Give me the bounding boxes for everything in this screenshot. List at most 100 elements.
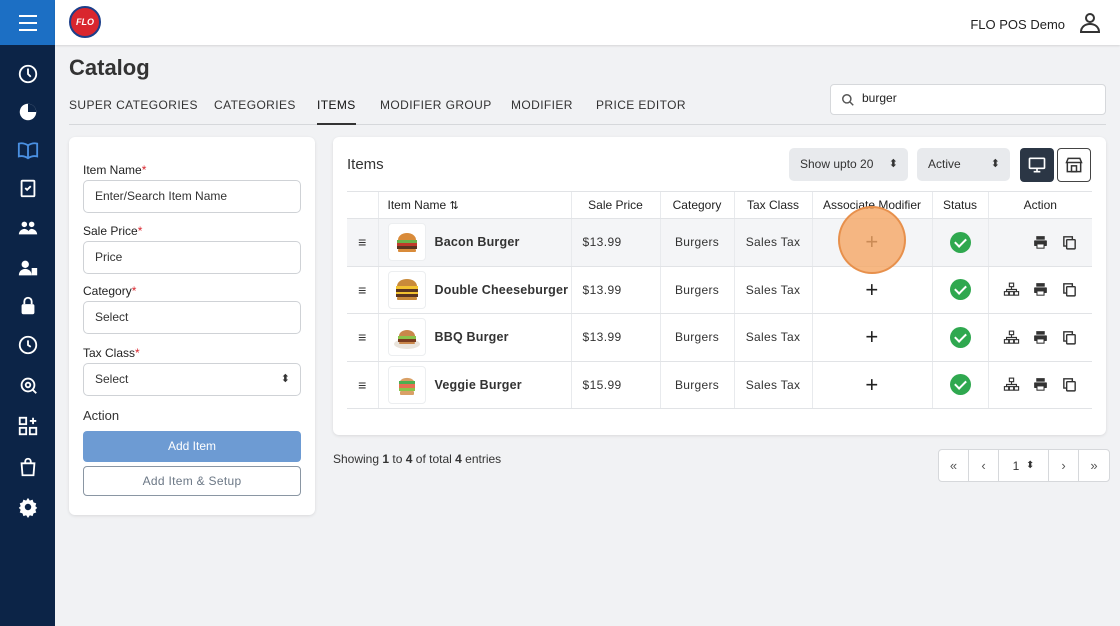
burger-image <box>396 233 417 253</box>
flo-logo: FLO <box>69 6 101 38</box>
item-name[interactable]: Veggie Burger <box>435 378 522 392</box>
category-cell: Burgers <box>659 218 734 267</box>
menu-toggle-button[interactable] <box>0 0 55 45</box>
table-row[interactable]: ≡ Veggie Burger $15.99 Burgers Sales Tax… <box>347 361 1092 409</box>
page-number-select[interactable]: 1 ⬍ <box>999 450 1049 481</box>
drag-handle-icon[interactable]: ≡ <box>347 218 378 267</box>
first-page-button[interactable]: « <box>939 450 969 481</box>
tab-categories[interactable]: CATEGORIES <box>214 98 296 125</box>
status-active-icon[interactable] <box>949 326 971 348</box>
click-highlight <box>838 206 906 274</box>
action-label: Action <box>83 408 120 423</box>
clock-icon[interactable] <box>15 332 41 358</box>
print-icon[interactable] <box>1032 281 1049 298</box>
item-name[interactable]: Bacon Burger <box>435 235 520 249</box>
item-thumbnail <box>387 270 426 309</box>
sidebar <box>0 0 55 626</box>
sale-price-cell[interactable]: $13.99 <box>570 266 660 314</box>
category-select[interactable]: Select <box>83 301 301 334</box>
item-name[interactable]: BBQ Burger <box>435 330 509 344</box>
sale-price-cell[interactable]: $15.99 <box>570 361 660 409</box>
tax-class-cell: Sales Tax <box>733 313 812 362</box>
employees-icon[interactable] <box>15 255 41 281</box>
sale-price-cell[interactable]: $13.99 <box>570 313 660 362</box>
tab-items[interactable]: ITEMS <box>317 98 356 125</box>
gear-icon[interactable] <box>15 494 41 520</box>
copy-icon[interactable] <box>1061 234 1078 251</box>
status-active-icon[interactable] <box>949 279 971 301</box>
column-header-status: Status <box>931 191 988 219</box>
items-table: Item Name ⇅ Sale Price Category Tax Clas… <box>347 191 1092 409</box>
copy-icon[interactable] <box>1061 376 1078 393</box>
item-name[interactable]: Double Cheeseburger <box>435 283 569 297</box>
pos-view-button[interactable] <box>1020 148 1054 182</box>
print-icon[interactable] <box>1032 376 1049 393</box>
copy-icon[interactable] <box>1061 281 1078 298</box>
drag-handle-icon[interactable]: ≡ <box>347 266 378 314</box>
tab-price-editor[interactable]: PRICE EDITOR <box>596 98 686 125</box>
burger-image <box>393 330 420 350</box>
status-filter-select[interactable]: Active <box>917 148 1010 181</box>
orders-clipboard-icon[interactable] <box>15 175 41 201</box>
item-name-input[interactable]: Enter/Search Item Name <box>83 180 301 213</box>
user-account-icon[interactable] <box>1078 10 1102 34</box>
drag-handle-icon[interactable]: ≡ <box>347 361 378 409</box>
hierarchy-icon[interactable] <box>1003 376 1020 393</box>
burger-image <box>398 377 415 395</box>
page-size-select[interactable]: Show upto 20 <box>789 148 908 181</box>
table-row[interactable]: ≡ Bacon Burger $13.99 Burgers Sales Tax … <box>347 218 1092 267</box>
catalog-book-icon[interactable] <box>15 137 41 163</box>
tax-class-select[interactable]: Select <box>83 363 301 396</box>
apps-add-icon[interactable] <box>15 413 41 439</box>
hierarchy-icon[interactable] <box>1003 281 1020 298</box>
print-icon[interactable] <box>1032 234 1049 251</box>
search-box <box>830 84 1106 115</box>
column-header-action: Action <box>987 191 1092 219</box>
settings-search-icon[interactable] <box>15 372 41 398</box>
drag-handle-icon[interactable]: ≡ <box>347 313 378 362</box>
status-active-icon[interactable] <box>949 374 971 396</box>
copy-icon[interactable] <box>1061 329 1078 346</box>
tab-modifier[interactable]: MODIFIER <box>511 98 573 125</box>
add-modifier-icon[interactable]: + <box>865 372 878 397</box>
last-page-button[interactable]: » <box>1079 450 1109 481</box>
table-row[interactable]: ≡ BBQ Burger $13.99 Burgers Sales Tax + <box>347 313 1092 362</box>
add-item-setup-button[interactable]: Add Item & Setup <box>83 466 301 496</box>
hierarchy-icon[interactable] <box>1003 329 1020 346</box>
entries-info: Showing 1 to 4 of total 4 entries <box>333 452 502 466</box>
burger-image <box>395 278 418 300</box>
store-name[interactable]: FLO POS Demo <box>970 17 1065 32</box>
store-view-button[interactable] <box>1057 148 1091 182</box>
tax-class-cell: Sales Tax <box>733 361 812 409</box>
add-item-form: Item Name* Enter/Search Item Name Sale P… <box>69 137 315 515</box>
column-header-item-name[interactable]: Item Name ⇅ <box>377 191 571 219</box>
sort-icon[interactable]: ⇅ <box>450 200 459 212</box>
next-page-button[interactable]: › <box>1049 450 1079 481</box>
status-active-icon[interactable] <box>949 231 971 253</box>
prev-page-button[interactable]: ‹ <box>969 450 999 481</box>
add-modifier-icon[interactable]: + <box>865 324 878 349</box>
tab-modifier-group[interactable]: MODIFIER GROUP <box>380 98 492 125</box>
add-item-button[interactable]: Add Item <box>83 431 301 462</box>
dashboard-icon[interactable] <box>15 61 41 87</box>
column-header-tax-class: Tax Class <box>733 191 812 219</box>
search-input[interactable] <box>862 91 1092 105</box>
items-panel: Items Show upto 20 Active Item Name ⇅ Sa… <box>333 137 1106 435</box>
sale-price-input[interactable]: Price <box>83 241 301 274</box>
sale-price-cell[interactable]: $13.99 <box>570 218 660 267</box>
items-title: Items <box>347 156 384 173</box>
drag-column-header <box>347 191 378 219</box>
item-name-label: Item Name* <box>83 163 147 177</box>
page-title: Catalog <box>69 55 150 80</box>
add-modifier-icon[interactable]: + <box>865 277 878 302</box>
table-header: Item Name ⇅ Sale Price Category Tax Clas… <box>347 191 1092 219</box>
tab-super-categories[interactable]: SUPER CATEGORIES <box>69 98 198 125</box>
lock-icon[interactable] <box>15 293 41 319</box>
pagination: « ‹ 1 ⬍ › » <box>938 449 1110 482</box>
search-icon <box>842 94 854 106</box>
print-icon[interactable] <box>1032 329 1049 346</box>
table-row[interactable]: ≡ Double Cheeseburger $13.99 Burgers Sal… <box>347 266 1092 314</box>
customers-icon[interactable] <box>15 215 41 241</box>
reports-pie-icon[interactable] <box>15 99 41 125</box>
shopping-bag-icon[interactable] <box>15 454 41 480</box>
